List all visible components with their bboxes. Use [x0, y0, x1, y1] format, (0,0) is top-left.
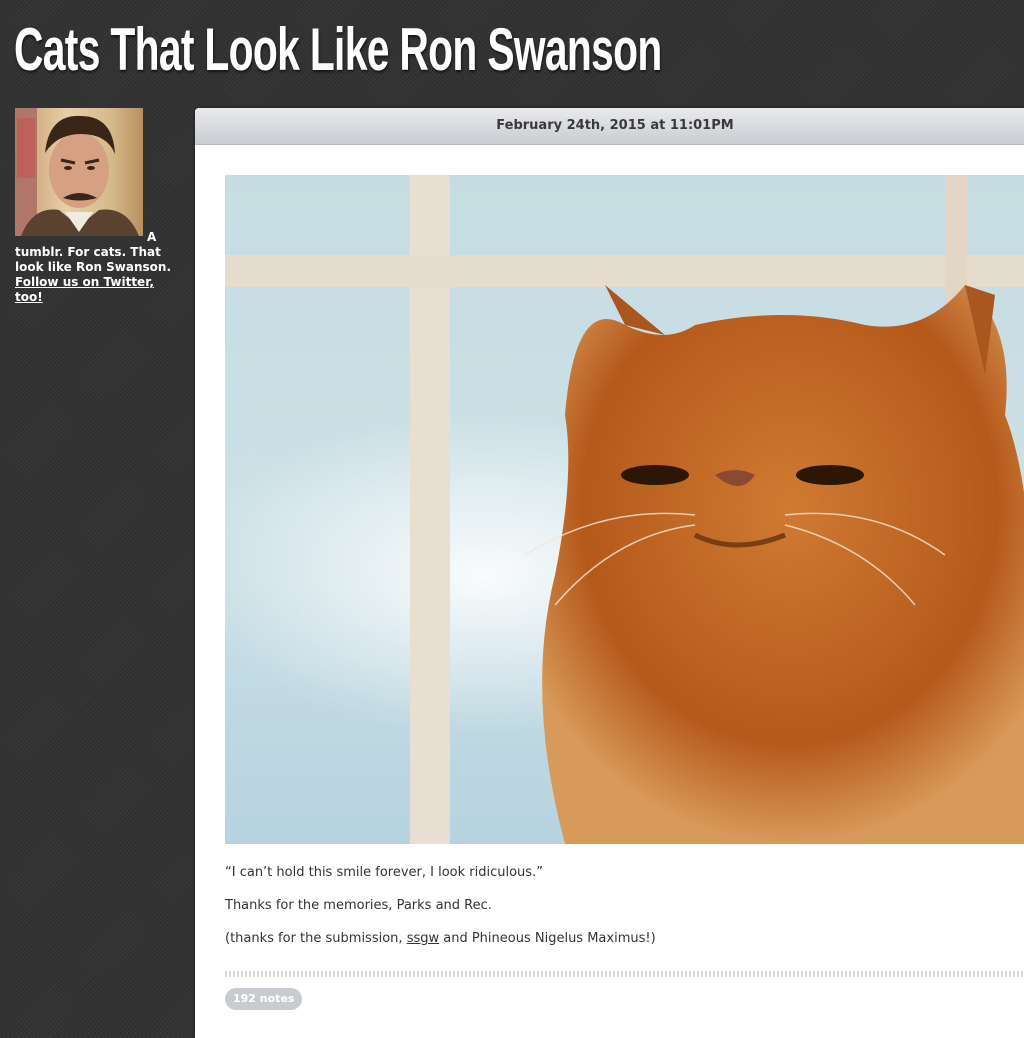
post-caption: “I can’t hold this smile forever, I look…: [225, 864, 656, 963]
site-title[interactable]: Cats That Look Like Ron Swanson: [14, 14, 662, 86]
post-divider: [225, 971, 1024, 977]
caption-credit: (thanks for the submission, ssgw and Phi…: [225, 931, 656, 946]
blog-description: A tumblr. For cats. That look like Ron S…: [15, 230, 172, 274]
notes-count-button[interactable]: 192 notes: [225, 988, 303, 1010]
post-photo-cat[interactable]: [225, 175, 1024, 844]
caption-quote: “I can’t hold this smile forever, I look…: [225, 865, 543, 880]
caption-thanks: Thanks for the memories, Parks and Rec.: [225, 898, 492, 913]
twitter-link[interactable]: Follow us on Twitter, too!: [15, 275, 154, 304]
submitter-link[interactable]: ssgw: [407, 931, 439, 946]
sidebar: A tumblr. For cats. That look like Ron S…: [15, 108, 175, 305]
avatar[interactable]: [15, 108, 143, 236]
post: February 24th, 2015 at 11:01PM “I can’t …: [195, 108, 1024, 1038]
post-date[interactable]: February 24th, 2015 at 11:01PM: [195, 108, 1024, 145]
